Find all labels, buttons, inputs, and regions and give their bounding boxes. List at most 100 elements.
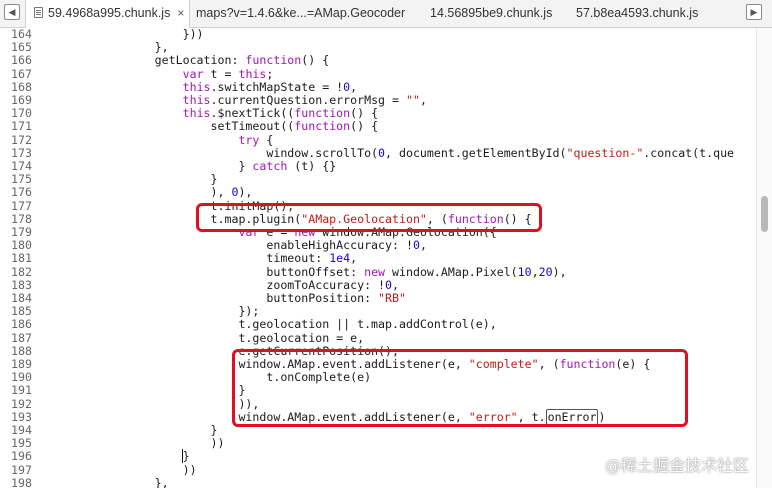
code-token: setTimeout(( xyxy=(43,119,295,134)
code-line: 186 t.geolocation || t.map.addControl(e)… xyxy=(0,318,756,331)
code-token: )) xyxy=(43,462,197,477)
code-token: this xyxy=(238,66,267,81)
code-token: window.scrollTo( xyxy=(43,145,379,160)
code-token: , xyxy=(350,251,358,266)
code-token: .currentQuestion.errorMsg = xyxy=(210,93,406,107)
tab-maps-geocoder[interactable]: maps?v=1.4.6&ke...=AMap.Geocoder xyxy=(196,0,405,27)
code-token: try xyxy=(238,132,260,147)
code-token: this xyxy=(182,79,211,94)
code-token: this xyxy=(182,106,211,121)
code-token: getLocation: xyxy=(43,53,246,68)
code-line: 167 var t = this; xyxy=(0,66,756,81)
highlight-box-listeners xyxy=(232,349,688,427)
line-number[interactable]: 166 xyxy=(6,54,32,67)
code-token: ), xyxy=(552,264,567,279)
code-token: "question-" xyxy=(566,145,644,160)
text-cursor: } xyxy=(181,449,190,464)
code-token: function xyxy=(294,119,351,134)
code-token: "RB" xyxy=(378,291,406,305)
code-token: buttonPosition: xyxy=(43,291,379,305)
code-token: ; xyxy=(266,66,274,81)
code-line: 170 this.$nextTick((function() { xyxy=(0,106,756,121)
line-number[interactable]: 176 xyxy=(6,186,32,199)
vertical-scrollbar[interactable] xyxy=(756,28,772,488)
editor-tab-bar: ◀ 59.4968a995.chunk.js × maps?v=1.4.6&ke.… xyxy=(0,0,772,28)
line-number[interactable]: 182 xyxy=(6,265,32,279)
code-token: ), xyxy=(43,185,232,200)
tab-label: 14.56895be9.chunk.js xyxy=(430,6,553,20)
code-line: 183 zoomToAccuracy: !0, xyxy=(0,277,756,292)
line-number[interactable]: 197 xyxy=(6,463,32,477)
line-number[interactable]: 181 xyxy=(6,252,32,265)
tab-57-chunk[interactable]: 57.b8ea4593.chunk.js xyxy=(576,0,698,27)
code-token: 0 xyxy=(385,277,393,292)
tab-label: 59.4968a995.chunk.js xyxy=(48,6,171,20)
code-token: ), xyxy=(238,185,253,200)
line-number[interactable]: 196 xyxy=(6,450,32,463)
code-token: function xyxy=(245,53,302,68)
code-token: .switchMapState = ! xyxy=(210,79,344,94)
scrollbar-thumb[interactable] xyxy=(761,196,768,232)
code-line: 182 buttonOffset: new window.AMap.Pixel(… xyxy=(0,264,756,279)
line-number[interactable]: 172 xyxy=(6,133,32,147)
code-token: buttonOffset: xyxy=(43,264,365,279)
code-token: zoomToAccuracy: ! xyxy=(43,277,386,292)
code-line: 175 } xyxy=(0,172,756,187)
line-number[interactable]: 186 xyxy=(6,318,32,331)
code-line: 173 window.scrollTo(0, document.getEleme… xyxy=(0,145,756,160)
code-token: 0 xyxy=(378,145,386,160)
code-token: t.geolocation = e, xyxy=(43,330,365,345)
code-line: 180 enableHighAccuracy: !0, xyxy=(0,238,756,253)
code-line: 176 ), 0), xyxy=(0,186,756,199)
watermark: @稀土掘金技术社区 xyxy=(605,456,750,475)
code-token: )), xyxy=(43,396,260,411)
code-token: this xyxy=(182,93,211,107)
close-icon[interactable]: × xyxy=(177,0,184,27)
code-token: }, xyxy=(43,40,169,55)
code-token: }); xyxy=(43,304,260,319)
code-token: , xyxy=(419,238,427,253)
tab-14-chunk[interactable]: 14.56895be9.chunk.js xyxy=(430,0,552,27)
tab-59-chunk[interactable]: 59.4968a995.chunk.js × xyxy=(25,0,190,28)
expand-right-icon[interactable]: ▶ xyxy=(746,4,762,20)
code-token: 1e4 xyxy=(329,251,351,266)
code-token: () { xyxy=(301,53,330,68)
line-number[interactable]: 192 xyxy=(6,397,32,411)
code-token: }, xyxy=(43,475,169,488)
highlight-box-plugin xyxy=(196,203,542,232)
code-token: t = xyxy=(203,66,239,81)
code-token: timeout: xyxy=(43,251,330,266)
panel-left-icon[interactable]: ◀ xyxy=(4,4,20,20)
code-token: catch xyxy=(252,159,288,173)
code-token: , xyxy=(419,93,427,107)
line-number[interactable]: 198 xyxy=(6,476,32,488)
code-token: } xyxy=(43,159,253,173)
code-token: .concat(t.que xyxy=(643,145,735,160)
code-token: new xyxy=(364,264,386,279)
code-token: window.AMap.Pixel( xyxy=(385,264,518,279)
code-token: 20 xyxy=(538,264,553,279)
code-token: (t) {} xyxy=(287,159,337,173)
code-line: 172 try { xyxy=(0,132,756,147)
code-text: }, xyxy=(43,475,169,488)
code-token: 10 xyxy=(517,264,532,279)
code-token: })) xyxy=(43,28,204,41)
code-line: 166 getLocation: function() { xyxy=(0,54,756,67)
code-line: 195 )) xyxy=(0,436,756,450)
code-token: , xyxy=(392,277,399,292)
line-number[interactable]: 167 xyxy=(6,67,32,81)
line-number[interactable]: 191 xyxy=(6,384,32,397)
line-number[interactable]: 177 xyxy=(6,199,32,213)
code-token: } xyxy=(43,172,218,187)
code-token: , xyxy=(531,264,539,279)
code-token: () { xyxy=(350,119,379,134)
line-number[interactable]: 187 xyxy=(6,331,32,345)
code-line: 171 setTimeout((function() { xyxy=(0,120,756,133)
code-token: , xyxy=(350,79,358,94)
file-icon xyxy=(34,7,43,18)
code-token: 0 xyxy=(412,238,420,253)
line-number[interactable]: 171 xyxy=(6,120,32,133)
